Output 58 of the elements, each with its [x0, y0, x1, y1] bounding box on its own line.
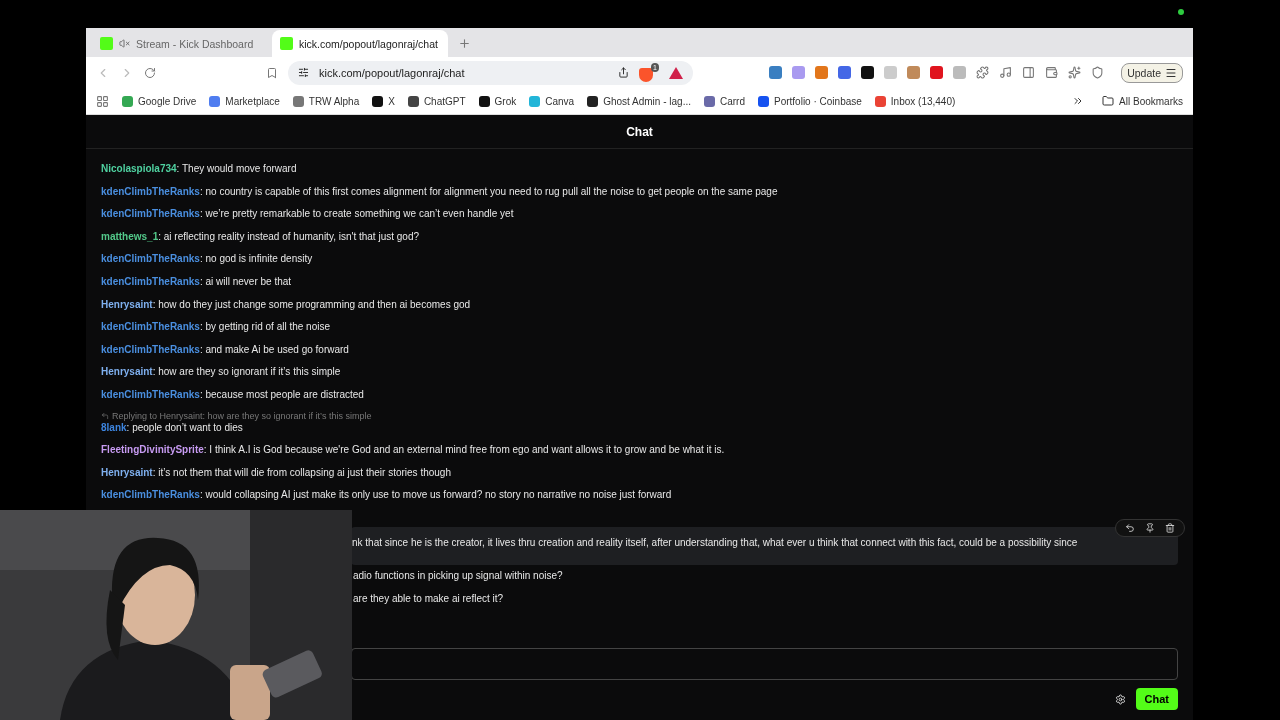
folder-icon	[1102, 95, 1115, 107]
browser-tab[interactable]: kick.com/popout/lagonraj/chat	[272, 30, 448, 57]
update-button[interactable]: Update	[1121, 62, 1183, 83]
chat-title: Chat	[86, 115, 1193, 149]
chat-message: kdenClimbTheRanks: we’re pretty remarkable to create something we can’t even handle yet	[101, 207, 515, 222]
chat-message: are they able to make ai reflect it?	[352, 591, 505, 606]
chat-message: Henrysaint: how do they just change some programming and then ai becomes god	[101, 297, 472, 312]
sidebar-icon[interactable]	[1022, 66, 1035, 79]
bookmark-item[interactable]: Inbox (13,440)	[874, 95, 956, 107]
bookmark-item[interactable]: X	[372, 95, 395, 107]
chat-message: matthews_1: ai reflecting reality instead of humanity, isn't that just god?	[101, 229, 420, 244]
chat-message: kdenClimbTheRanks: no country is capable of this first comes alignment for alignment you need to rug pull all the noise to get people on the same page	[101, 184, 779, 199]
wallet-icon[interactable]	[1045, 66, 1058, 79]
sparkle-icon[interactable]	[1068, 66, 1081, 79]
bookmark-item[interactable]: Canva	[529, 95, 575, 107]
music-icon[interactable]	[999, 66, 1012, 79]
bookmark-item[interactable]: Google Drive	[122, 95, 197, 107]
kick-logo-icon	[100, 37, 113, 50]
bookmark-item[interactable]: Portfolio · Coinbase	[758, 95, 862, 107]
chat-message: 8lank: people don’t want to dies	[101, 421, 244, 435]
chat-message: kdenClimbTheRanks: ai will never be that	[101, 274, 293, 289]
chat-message: Henrysaint: it’s not them that will die from collapsing ai just their stories though	[101, 465, 452, 480]
bookmark-item[interactable]: ChatGPT	[407, 95, 466, 107]
chat-message: kdenClimbTheRanks: because most people are distracted	[101, 387, 365, 402]
chat-message: nk that since he is the creator, it lives thru creation and reality itself, after understanding that, what ever u think that connect with this fact, could be a possibility since	[351, 526, 1178, 565]
chat-input[interactable]	[351, 648, 1178, 680]
all-bookmarks-item[interactable]: All Bookmarks	[1102, 95, 1183, 107]
share-icon[interactable]	[618, 67, 629, 78]
chat-message: kdenClimbTheRanks: would collapsing AI just make its only use to move us forward? no story no narrative no noise just forward	[101, 488, 673, 503]
bookmark-icon[interactable]	[266, 66, 278, 79]
chat-message: Henrysaint: how are they so ignorant if it’s this simple	[101, 365, 342, 380]
apps-icon[interactable]	[96, 94, 109, 108]
shield-icon[interactable]	[1091, 66, 1104, 79]
chat-message: kdenClimbTheRanks: by getting rid of all the noise	[101, 320, 331, 335]
chat-message: kdenClimbTheRanks: and make Ai be used go forward	[101, 342, 350, 357]
puzzle-icon[interactable]	[976, 66, 989, 79]
muted-icon[interactable]	[119, 38, 130, 49]
extension-icon[interactable]	[861, 66, 874, 79]
settings-icon[interactable]	[1114, 693, 1126, 705]
site-settings-icon[interactable]	[298, 67, 309, 78]
bookmark-item[interactable]: Carrd	[704, 95, 745, 107]
chat-message: FleetingDivinitySprite: I think A.I is God because we're God and an external mind free from ego and want allows it to grow and be what it is.	[101, 443, 726, 458]
chat-send-button[interactable]: Chat	[1135, 688, 1178, 710]
browser-tab[interactable]: Stream - Kick Dashboard	[92, 30, 268, 57]
kick-logo-icon	[280, 37, 293, 50]
bookmark-item[interactable]: Marketplace	[209, 95, 280, 107]
menu-icon	[1165, 66, 1177, 79]
reply-icon	[101, 411, 109, 420]
bookmark-item[interactable]: TRW Alpha	[292, 95, 360, 107]
chat-message: adio functions in picking up signal within noise?	[352, 568, 564, 583]
chat-message: Nicolaspiola734: They would move forward	[101, 162, 298, 176]
chat-message: kdenClimbTheRanks: no god is infinite density	[101, 252, 314, 267]
reload-icon[interactable]	[144, 66, 156, 79]
reply-text: Replying to Henrysaint: how are they so ignorant if it’s this simple	[112, 410, 372, 421]
bookmark-item[interactable]: Grok	[478, 95, 517, 107]
new-tab-icon[interactable]	[458, 37, 471, 50]
bookmark-item[interactable]: Ghost Admin - lag...	[587, 95, 691, 107]
status-dot-icon	[1178, 9, 1184, 15]
